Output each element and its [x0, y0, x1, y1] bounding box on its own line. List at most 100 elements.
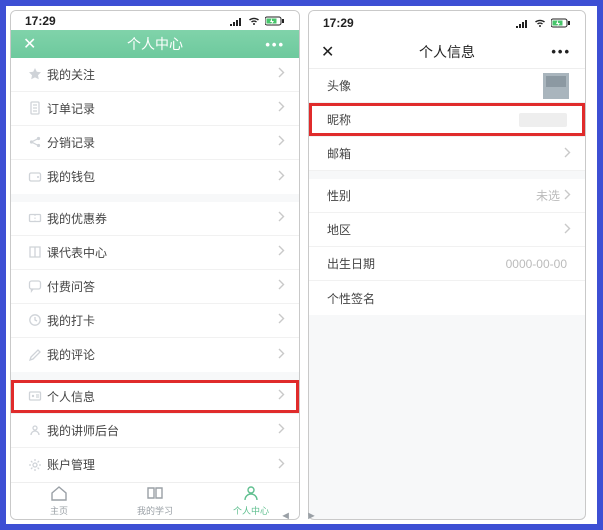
- menu-item-clock[interactable]: 我的打卡: [11, 304, 299, 338]
- profile-row-1[interactable]: 昵称: [309, 103, 585, 137]
- row-label: 昵称: [327, 111, 519, 128]
- close-icon[interactable]: ✕: [321, 42, 334, 62]
- study-icon: [145, 484, 165, 502]
- profile-row-7[interactable]: 个性签名: [309, 281, 585, 315]
- profile-row-0[interactable]: 头像: [309, 69, 585, 103]
- row-label: 邮箱: [327, 145, 564, 162]
- tab-study[interactable]: 我的学习: [107, 483, 203, 519]
- chevron-right-icon: [278, 313, 285, 327]
- clock-icon: [25, 313, 45, 327]
- menu-item-label: 订单记录: [47, 100, 278, 117]
- phone-left: 17:29 ✕ 个人中心 ••• 我的关注订单记录分销记录我的钱包 我的优惠券课…: [10, 10, 300, 520]
- navbar: ✕ 个人信息 •••: [309, 35, 585, 69]
- menu-item-label: 我的关注: [47, 66, 278, 83]
- battery-icon: [265, 16, 285, 26]
- menu-item-idcard[interactable]: 个人信息: [11, 380, 299, 414]
- menu-item-label: 个人信息: [47, 388, 278, 405]
- row-value: 未选: [536, 187, 560, 204]
- profile-row-6[interactable]: 出生日期0000-00-00: [309, 247, 585, 281]
- row-label: 地区: [327, 221, 564, 238]
- tab-label: 主页: [50, 504, 68, 517]
- menu-item-wallet[interactable]: 我的钱包: [11, 160, 299, 194]
- battery-icon: [551, 18, 571, 28]
- status-bar: 17:29: [11, 11, 299, 30]
- chevron-right-icon: [564, 189, 571, 203]
- phone-right: 17:29 ✕ 个人信息 ••• 头像昵称邮箱性别未选地区出生日期0000-00…: [308, 10, 586, 520]
- status-bar: 17:29: [309, 11, 585, 35]
- chevron-right-icon: [278, 458, 285, 472]
- menu-group-1: 我的关注订单记录分销记录我的钱包: [11, 58, 299, 194]
- redacted-value: [519, 113, 567, 127]
- menu-item-book[interactable]: 课代表中心: [11, 236, 299, 270]
- ticket-icon: [25, 211, 45, 225]
- menu-item-label: 我的钱包: [47, 168, 278, 185]
- wifi-icon: [533, 18, 547, 28]
- menu-item-share[interactable]: 分销记录: [11, 126, 299, 160]
- chevron-right-icon: [564, 147, 571, 161]
- row-label: 性别: [327, 187, 536, 204]
- wallet-icon: [25, 170, 45, 184]
- menu-item-label: 课代表中心: [47, 244, 278, 261]
- menu-item-star[interactable]: 我的关注: [11, 58, 299, 92]
- row-label: 个性签名: [327, 290, 571, 307]
- menu-item-label: 账户管理: [47, 456, 278, 473]
- profile-row-5[interactable]: 地区: [309, 213, 585, 247]
- menu-item-label: 我的优惠券: [47, 210, 278, 227]
- menu-item-doc[interactable]: 订单记录: [11, 92, 299, 126]
- tab-label: 个人中心: [233, 504, 269, 517]
- profile-row-2[interactable]: 邮箱: [309, 137, 585, 171]
- signal-icon: [229, 16, 243, 26]
- chevron-right-icon: [278, 211, 285, 225]
- signal-icon: [515, 18, 529, 28]
- menu-item-label: 我的打卡: [47, 312, 278, 329]
- status-time: 17:29: [323, 16, 354, 30]
- chevron-right-icon: [278, 101, 285, 115]
- chevron-right-icon: [278, 279, 285, 293]
- menu-item-ticket[interactable]: 我的优惠券: [11, 202, 299, 236]
- chevron-right-icon: [278, 135, 285, 149]
- profile-list: 头像昵称邮箱性别未选地区出生日期0000-00-00 个性签名: [309, 69, 585, 315]
- status-icons: [515, 18, 571, 28]
- row-value: 0000-00-00: [506, 257, 567, 271]
- avatar: [543, 73, 569, 99]
- page-title: 个人信息: [309, 42, 585, 62]
- menu-item-label: 分销记录: [47, 134, 278, 151]
- close-icon[interactable]: ✕: [23, 34, 36, 54]
- profile-row-4[interactable]: 性别未选: [309, 179, 585, 213]
- edit-icon: [25, 348, 45, 362]
- row-label: 头像: [327, 77, 543, 94]
- user-icon: [241, 484, 261, 502]
- wifi-icon: [247, 16, 261, 26]
- menu-item-label: 我的评论: [47, 346, 278, 363]
- menu-item-label: 我的讲师后台: [47, 422, 278, 439]
- teacher-icon: [25, 423, 45, 437]
- chevron-right-icon: [278, 245, 285, 259]
- gear-icon: [25, 458, 45, 472]
- chevron-right-icon: [278, 389, 285, 403]
- chevron-right-icon: [564, 223, 571, 237]
- chevron-right-icon: [278, 170, 285, 184]
- menu-item-edit[interactable]: 我的评论: [11, 338, 299, 372]
- menu-item-teacher[interactable]: 我的讲师后台: [11, 414, 299, 448]
- row-label: 出生日期: [327, 255, 506, 272]
- status-icons: [229, 16, 285, 26]
- page-title: 个人中心: [11, 34, 299, 54]
- navbar: ✕ 个人中心 •••: [11, 30, 299, 57]
- status-time: 17:29: [25, 14, 56, 28]
- tab-home[interactable]: 主页: [11, 483, 107, 519]
- qa-icon: [25, 279, 45, 293]
- menu-item-qa[interactable]: 付费问答: [11, 270, 299, 304]
- menu-group-2: 我的优惠券课代表中心付费问答我的打卡我的评论: [11, 202, 299, 372]
- pager-arrows[interactable]: ◄ ►: [280, 510, 323, 522]
- menu-item-gear[interactable]: 账户管理: [11, 448, 299, 482]
- idcard-icon: [25, 389, 45, 403]
- home-icon: [49, 484, 69, 502]
- chevron-right-icon: [278, 67, 285, 81]
- more-icon[interactable]: •••: [551, 44, 571, 59]
- menu-item-label: 付费问答: [47, 278, 278, 295]
- menu-group-3: 个人信息我的讲师后台账户管理: [11, 380, 299, 482]
- share-icon: [25, 135, 45, 149]
- doc-icon: [25, 101, 45, 115]
- more-icon[interactable]: •••: [265, 37, 285, 52]
- tab-label: 我的学习: [137, 504, 173, 517]
